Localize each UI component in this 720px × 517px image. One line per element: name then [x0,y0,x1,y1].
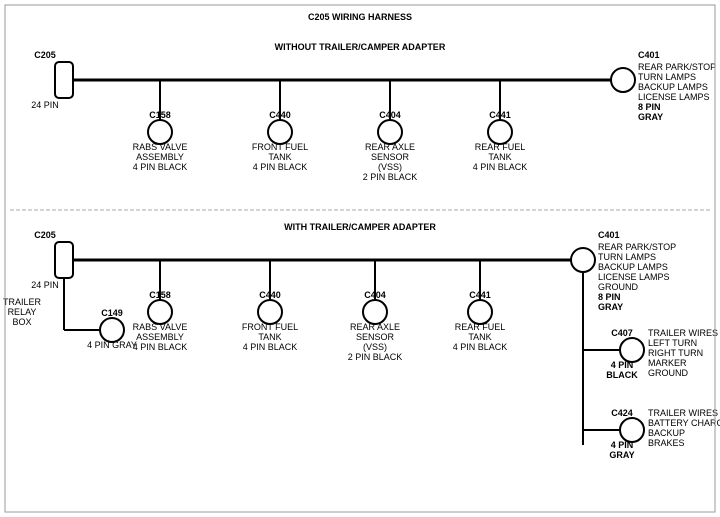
bottom-c424-text2: BATTERY CHARGE [648,418,720,428]
bottom-c440-text3: 4 PIN BLACK [243,342,298,352]
top-c158-text2: ASSEMBLY [136,152,184,162]
top-c401-label: C401 [638,50,660,60]
top-c404-connector [378,120,402,144]
bottom-c404-text2: SENSOR [356,332,395,342]
bottom-c205-label: C205 [34,230,56,240]
bottom-c441-text1: REAR FUEL [455,322,506,332]
top-c401-text3: BACKUP LAMPS [638,82,708,92]
top-c440-label: C440 [269,110,291,120]
bottom-c158-connector [148,300,172,324]
bottom-c158-text1: RABS VALVE [133,322,188,332]
top-c441-text3: 4 PIN BLACK [473,162,528,172]
top-c441-text2: TANK [488,152,511,162]
bottom-c440-text1: FRONT FUEL [242,322,298,332]
bottom-c404-connector [363,300,387,324]
bottom-c424-label: C424 [611,408,633,418]
top-c158-connector [148,120,172,144]
bottom-c440-label: C440 [259,290,281,300]
top-c401-text4: LICENSE LAMPS [638,92,710,102]
bottom-c401-color: GRAY [598,302,623,312]
trailer-relay-label2: RELAY [8,307,37,317]
top-c401-text2: TURN LAMPS [638,72,696,82]
top-c441-text1: REAR FUEL [475,142,526,152]
bottom-c404-text1: REAR AXLE [350,322,400,332]
top-section-label: WITHOUT TRAILER/CAMPER ADAPTER [275,42,446,52]
bottom-c407-pins: 4 PIN [611,360,634,370]
top-c441-label: C441 [489,110,511,120]
bottom-c441-text2: TANK [468,332,491,342]
bottom-c407-connector [620,338,644,362]
bottom-c404-label: C404 [364,290,386,300]
bottom-c401-text5: GROUND [598,282,638,292]
bottom-section-label: WITH TRAILER/CAMPER ADAPTER [284,222,436,232]
top-c401-pins: 8 PIN [638,102,661,112]
top-left-connector [55,62,73,98]
top-c440-text3: 4 PIN BLACK [253,162,308,172]
bottom-c205-pins: 24 PIN [31,280,59,290]
top-c404-label: C404 [379,110,401,120]
bottom-c158-text3: 4 PIN BLACK [133,342,188,352]
top-right-connector [611,68,635,92]
top-c158-text3: 4 PIN BLACK [133,162,188,172]
bottom-c404-text4: 2 PIN BLACK [348,352,403,362]
top-c158-label: C158 [149,110,171,120]
bottom-c424-connector [620,418,644,442]
bottom-c407-color: BLACK [606,370,638,380]
top-c158-text1: RABS VALVE [133,142,188,152]
top-c205-label: C205 [34,50,56,60]
top-c404-text1: REAR AXLE [365,142,415,152]
bottom-c407-text5: GROUND [648,368,688,378]
bottom-c401-pins: 8 PIN [598,292,621,302]
bottom-c424-text4: BRAKES [648,438,685,448]
bottom-c404-text3: (VSS) [363,342,387,352]
bottom-c401-text2: TURN LAMPS [598,252,656,262]
bottom-c149-connector [100,318,124,342]
top-c441-connector [488,120,512,144]
top-c401-text1: REAR PARK/STOP [638,62,716,72]
bottom-c401-text3: BACKUP LAMPS [598,262,668,272]
wiring-diagram: C205 WIRING HARNESS WITHOUT TRAILER/CAMP… [0,0,720,517]
bottom-c158-text2: ASSEMBLY [136,332,184,342]
bottom-c407-text3: RIGHT TURN [648,348,703,358]
top-c440-text1: FRONT FUEL [252,142,308,152]
bottom-c149-label: C149 [101,308,123,318]
bottom-c401-text4: LICENSE LAMPS [598,272,670,282]
bottom-c441-connector [468,300,492,324]
trailer-relay-label: TRAILER [3,297,42,307]
top-c205-pins: 24 PIN [31,100,59,110]
bottom-c158-label: C158 [149,290,171,300]
bottom-right-connector [571,248,595,272]
top-c440-connector [268,120,292,144]
bottom-c440-text2: TANK [258,332,281,342]
bottom-c149-text: 4 PIN GRAY [87,340,137,350]
bottom-c440-connector [258,300,282,324]
bottom-c401-label: C401 [598,230,620,240]
bottom-c441-text3: 4 PIN BLACK [453,342,508,352]
bottom-c407-label: C407 [611,328,633,338]
bottom-c424-color: GRAY [609,450,634,460]
bottom-c407-text4: MARKER [648,358,687,368]
bottom-c424-pins: 4 PIN [611,440,634,450]
bottom-left-connector [55,242,73,278]
bottom-c424-text1: TRAILER WIRES [648,408,718,418]
bottom-c407-text1: TRAILER WIRES [648,328,718,338]
top-c404-text3: (VSS) [378,162,402,172]
bottom-c424-text3: BACKUP [648,428,685,438]
bottom-c441-label: C441 [469,290,491,300]
page-title: C205 WIRING HARNESS [308,12,412,22]
top-c404-text2: SENSOR [371,152,410,162]
bottom-c407-text2: LEFT TURN [648,338,697,348]
bottom-c401-text1: REAR PARK/STOP [598,242,676,252]
top-c404-text4: 2 PIN BLACK [363,172,418,182]
top-c401-color: GRAY [638,112,663,122]
top-c440-text2: TANK [268,152,291,162]
trailer-relay-label3: BOX [12,317,31,327]
